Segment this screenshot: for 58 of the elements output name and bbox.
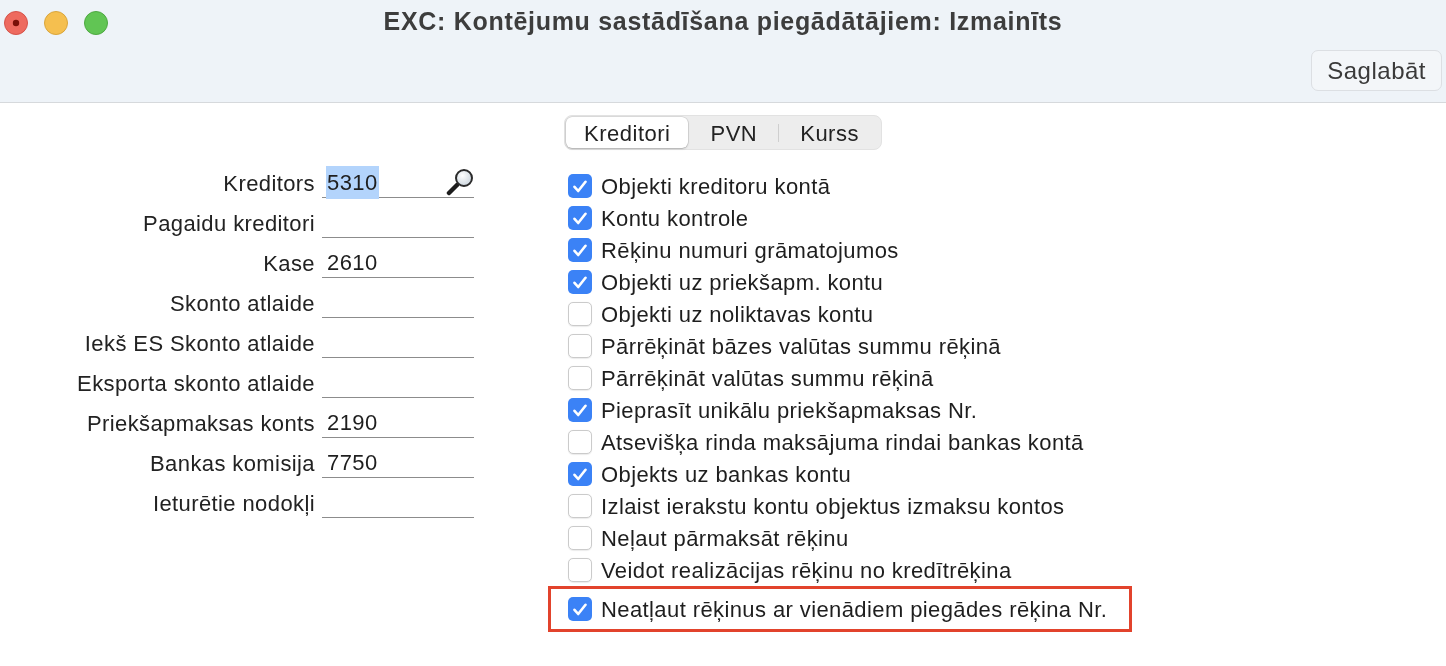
checkmark-icon [573, 211, 587, 225]
field-label: Pagaidu kreditori [143, 209, 315, 238]
checkbox-label[interactable]: Objekti uz noliktavas kontu [601, 297, 874, 331]
checkbox[interactable] [568, 302, 592, 326]
input-field[interactable]: 2610 [322, 248, 474, 278]
checkbox[interactable] [568, 270, 592, 294]
minimize-window-icon[interactable] [44, 11, 68, 35]
close-window-icon[interactable] [4, 11, 28, 35]
checkbox[interactable] [568, 334, 592, 358]
checkbox[interactable] [568, 597, 592, 621]
checkmark-icon [573, 467, 587, 481]
checkmark-icon [573, 602, 587, 616]
checkbox[interactable] [568, 238, 592, 262]
checkbox-label[interactable]: Atsevišķa rinda maksājuma rindai bankas kontā [601, 425, 1084, 459]
checkbox[interactable] [568, 558, 592, 582]
checkmark-icon [573, 403, 587, 417]
text-selection: 5310 [326, 166, 379, 199]
field-label: Kase [263, 249, 315, 278]
search-icon[interactable] [446, 167, 474, 196]
field-label: Bankas komisija [150, 449, 315, 478]
checkbox-label[interactable]: Pārrēķināt valūtas summu rēķinā [601, 361, 934, 395]
input-field[interactable]: 2190 [322, 408, 474, 438]
tab[interactable]: Kreditori [566, 117, 689, 148]
checkbox[interactable] [568, 206, 592, 230]
field-label: Eksporta skonto atlaide [77, 369, 315, 398]
checkmark-icon [573, 179, 587, 193]
checkbox[interactable] [568, 462, 592, 486]
checkbox-label[interactable]: Izlaist ierakstu kontu objektus izmaksu kontos [601, 489, 1065, 523]
checkbox[interactable] [568, 494, 592, 518]
checkbox-label[interactable]: Veidot realizācijas rēķinu no kredītrēķina [601, 553, 1012, 587]
field-label: Priekšapmaksas konts [86, 409, 315, 438]
checkbox-label[interactable]: Objekti kreditoru kontā [601, 169, 831, 203]
field-label: Skonto atlaide [169, 289, 315, 318]
checkbox[interactable] [568, 398, 592, 422]
field-label: Iekš ES Skonto atlaide [84, 329, 315, 358]
checkbox-label[interactable]: Neatļaut rēķinus ar vienādiem piegādes rēķina Nr. [601, 592, 1108, 626]
tab[interactable]: Kurss [779, 117, 880, 148]
zoom-window-icon[interactable] [84, 11, 108, 35]
field-label: Kreditors [223, 169, 315, 198]
checkbox[interactable] [568, 174, 592, 198]
checkbox-label[interactable]: Pieprasīt unikālu priekšapmaksas Nr. [601, 393, 978, 427]
checkbox-label[interactable]: Rēķinu numuri grāmatojumos [601, 233, 899, 267]
save-button[interactable]: Saglabāt [1311, 50, 1442, 91]
checkmark-icon [573, 275, 587, 289]
checkbox[interactable] [568, 526, 592, 550]
checkbox-label[interactable]: Objekts uz bankas kontu [601, 457, 852, 491]
checkbox[interactable] [568, 430, 592, 454]
checkbox[interactable] [568, 366, 592, 390]
input-field[interactable]: 7750 [322, 448, 474, 478]
checkbox-label[interactable]: Kontu kontrole [601, 201, 749, 235]
tab[interactable]: PVN [689, 117, 779, 148]
checkbox-label[interactable]: Pārrēķināt bāzes valūtas summu rēķinā [601, 329, 1001, 363]
checkbox-label[interactable]: Objekti uz priekšapm. kontu [601, 265, 884, 299]
input-field[interactable]: 5310 [322, 168, 474, 198]
window-title: EXC: Kontējumu sastādīšana piegādātājiem: Izmainīts [383, 6, 1063, 38]
checkbox-label[interactable]: Neļaut pārmaksāt rēķinu [601, 521, 849, 555]
field-label: Ieturētie nodokļi [152, 489, 315, 518]
checkmark-icon [573, 243, 587, 257]
